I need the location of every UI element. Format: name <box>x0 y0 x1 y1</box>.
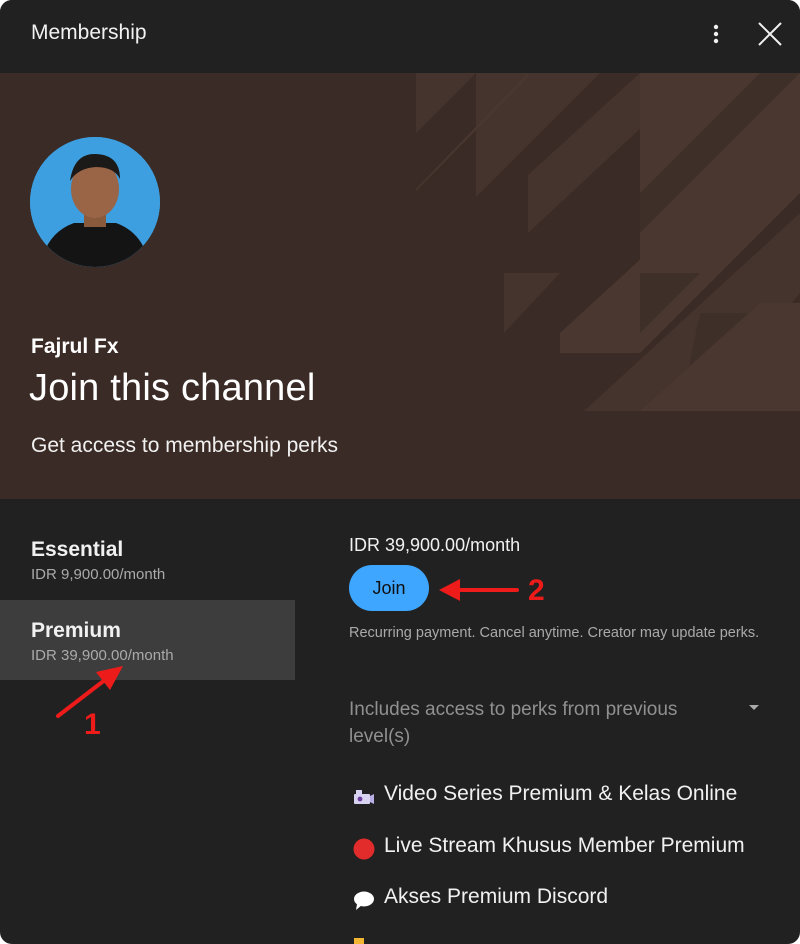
annotation-marker-2: 2 <box>528 574 545 607</box>
annotation-arrows <box>56 579 519 718</box>
annotation-marker-1: 1 <box>84 708 101 741</box>
